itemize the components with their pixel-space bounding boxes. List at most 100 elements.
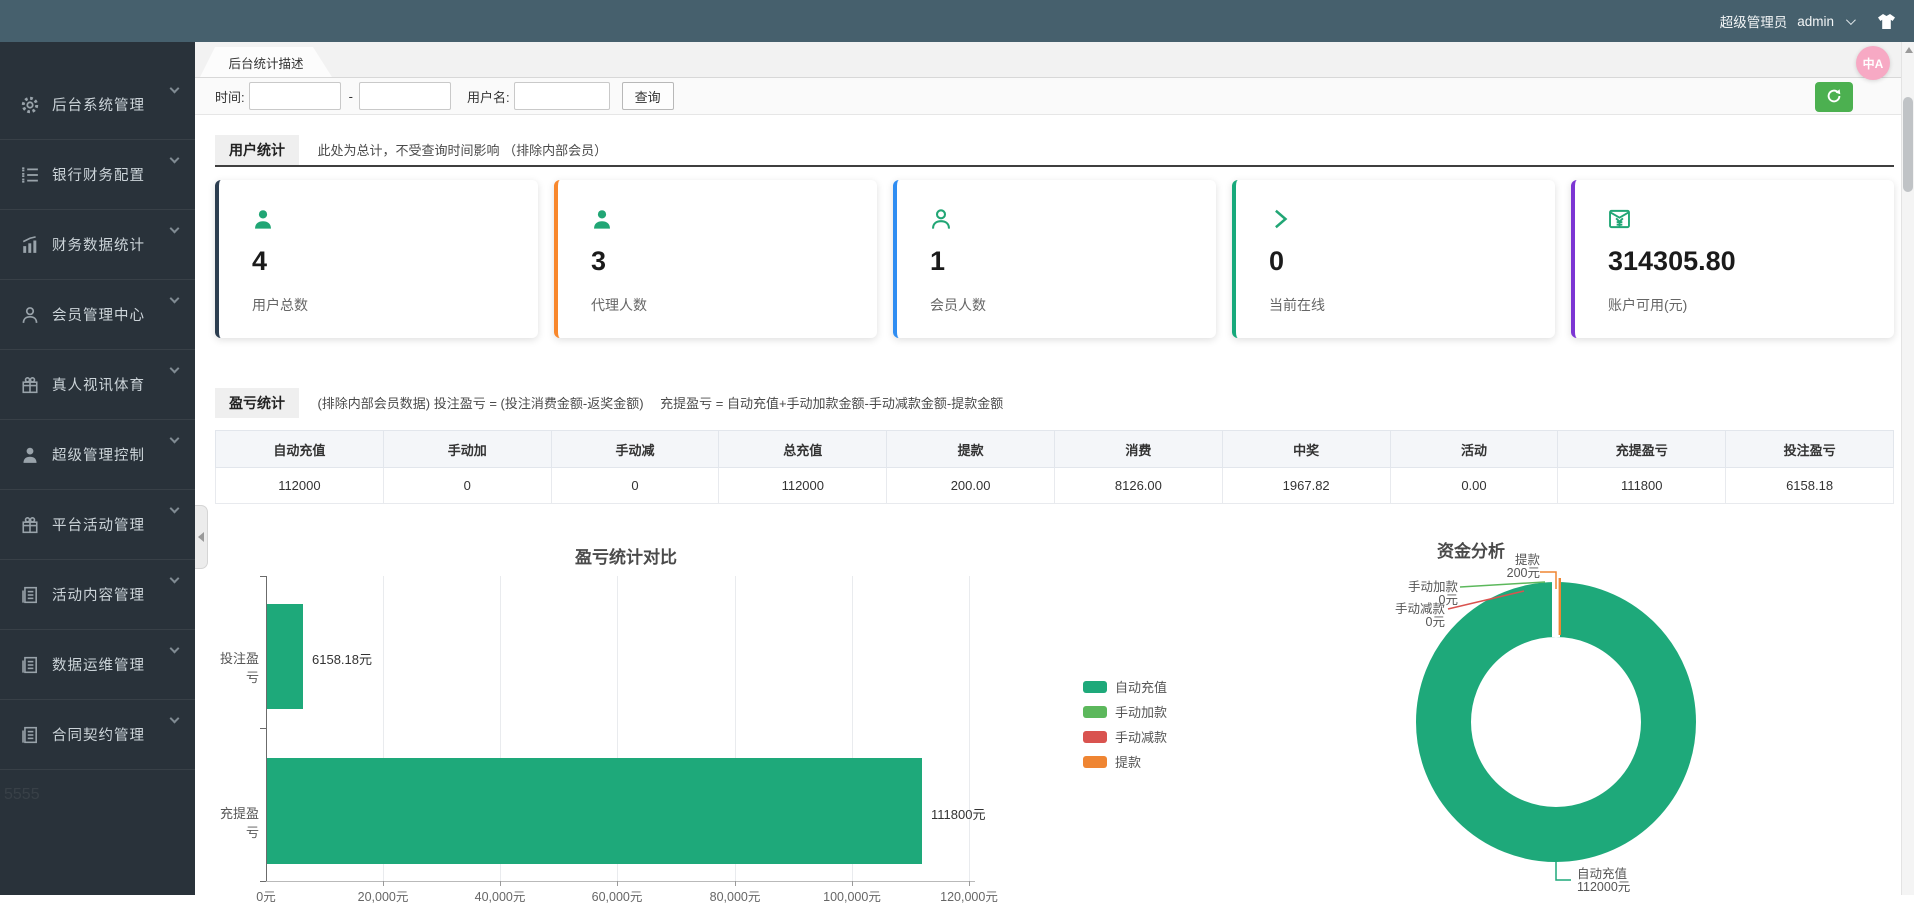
- stat-card: 4 用户总数: [215, 180, 538, 338]
- stat-value: 1: [930, 246, 1216, 277]
- document-icon: [21, 586, 39, 604]
- cell: 200.00: [887, 468, 1055, 504]
- user-role: 超级管理员: [1720, 11, 1788, 31]
- x-tick-label: 0元: [256, 886, 275, 905]
- time-label: 时间:: [215, 87, 245, 106]
- scroll-up-arrow-icon[interactable]: [1905, 47, 1913, 53]
- bar-chart-title: 盈亏统计对比: [526, 543, 726, 568]
- legend-item[interactable]: 提款: [1083, 752, 1141, 771]
- legend-item[interactable]: 手动减款: [1083, 727, 1167, 746]
- user-solid-icon: [21, 446, 39, 464]
- chevron-down-icon: [170, 364, 180, 374]
- legend-swatch: [1083, 756, 1107, 768]
- refresh-button[interactable]: [1815, 82, 1853, 112]
- x-axis-line: [266, 881, 975, 882]
- sidebar-item-super-admin[interactable]: 超级管理控制: [0, 420, 195, 490]
- callout-auto-recharge: 自动充值 112000元: [1577, 868, 1630, 894]
- chevron-right-icon: [1269, 208, 1555, 234]
- x-tick-label: 120,000元: [940, 886, 998, 905]
- category-label: 投注盈亏: [215, 648, 259, 686]
- table-row: 112000 0 0 112000 200.00 8126.00 1967.82…: [216, 468, 1894, 504]
- category-label: 充提盈亏: [215, 803, 259, 841]
- stat-card: 3 代理人数: [554, 180, 877, 338]
- col-header: 投注盈亏: [1726, 431, 1894, 468]
- theme-tshirt-icon[interactable]: [1877, 13, 1896, 30]
- col-header: 活动: [1390, 431, 1558, 468]
- topbar: 超级管理员 admin: [0, 0, 1914, 42]
- col-header: 手动减: [551, 431, 719, 468]
- username: admin: [1797, 14, 1834, 29]
- scrollbar-thumb[interactable]: [1903, 97, 1913, 192]
- search-toolbar: 时间: - 用户名: 查询: [195, 78, 1914, 115]
- donut-sliver-tikuan: [1559, 578, 1561, 635]
- profit-title: 盈亏统计: [215, 388, 299, 418]
- charts-row: 盈亏统计对比 投注盈亏 充提盈亏 6158.18元 111800元: [215, 529, 1894, 901]
- sidebar-item-bank-finance[interactable]: 银行财务配置: [0, 140, 195, 210]
- col-header: 充提盈亏: [1558, 431, 1726, 468]
- sidebar: 后台系统管理 银行财务配置 财务数据统计 会员管理中心: [0, 42, 195, 895]
- col-header: 手动加: [383, 431, 551, 468]
- sidebar-item-live-sports[interactable]: 真人视讯体育: [0, 350, 195, 420]
- axis-tick: [260, 728, 266, 729]
- sidebar-item-finance-stats[interactable]: 财务数据统计: [0, 210, 195, 280]
- sidebar-collapse-handle[interactable]: [195, 505, 208, 569]
- profit-section-header: 盈亏统计 (排除内部会员数据) 投注盈亏 = (投注消费金额-返奖金额) 充提盈…: [215, 388, 1894, 418]
- username-input[interactable]: [514, 82, 610, 110]
- stat-card: 1 会员人数: [893, 180, 1216, 338]
- stat-label: 账户可用(元): [1608, 295, 1894, 315]
- chevron-down-icon: [170, 644, 180, 654]
- stat-label: 代理人数: [591, 295, 877, 315]
- cell: 0: [383, 468, 551, 504]
- user-stats-hint: 此处为总计，不受查询时间影响 （排除内部会员）: [317, 143, 607, 158]
- translate-badge[interactable]: 中A: [1856, 46, 1890, 80]
- stat-card: 314305.80 账户可用(元): [1571, 180, 1894, 338]
- col-header: 提款: [887, 431, 1055, 468]
- content: 用户统计 此处为总计，不受查询时间影响 （排除内部会员） 4 用户总数 3 代理…: [195, 115, 1914, 901]
- legend-item[interactable]: 自动充值: [1083, 677, 1167, 696]
- sidebar-item-activity-content[interactable]: 活动内容管理: [0, 560, 195, 630]
- stat-value: 0: [1269, 246, 1555, 277]
- cell: 111800: [1558, 468, 1726, 504]
- gridline: [969, 576, 970, 881]
- tab-stats-overview[interactable]: 后台统计描述: [200, 47, 332, 77]
- sidebar-faint-text: 5555: [4, 786, 40, 804]
- chevron-down-icon: [1846, 15, 1856, 25]
- time-start-input[interactable]: [249, 82, 341, 110]
- user-outline-icon: [930, 208, 1216, 234]
- sidebar-item-data-ops[interactable]: 数据运维管理: [0, 630, 195, 700]
- user-menu[interactable]: 超级管理员 admin: [1720, 0, 1896, 42]
- query-button[interactable]: 查询: [622, 82, 674, 110]
- sidebar-item-contracts[interactable]: 合同契约管理: [0, 700, 195, 770]
- chevron-down-icon: [170, 714, 180, 724]
- time-end-input[interactable]: [359, 82, 451, 110]
- legend-swatch: [1083, 731, 1107, 743]
- bar-value-label-1: 111800元: [931, 804, 985, 823]
- donut-ring: [1444, 610, 1669, 835]
- stat-value: 4: [252, 246, 538, 277]
- user-outline-icon: [21, 306, 39, 324]
- legend-item[interactable]: 手动加款: [1083, 702, 1167, 721]
- gear-icon: [21, 96, 39, 114]
- stat-card: 0 当前在线: [1232, 180, 1555, 338]
- stat-value: 3: [591, 246, 877, 277]
- sidebar-item-platform-activity[interactable]: 平台活动管理: [0, 490, 195, 560]
- col-header: 消费: [1054, 431, 1222, 468]
- sidebar-item-members[interactable]: 会员管理中心: [0, 280, 195, 350]
- chevron-down-icon: [170, 154, 180, 164]
- chevron-left-icon: [198, 532, 204, 542]
- list-icon: [21, 166, 39, 184]
- user-solid-icon: [591, 208, 877, 234]
- sidebar-item-system[interactable]: 后台系统管理: [0, 70, 195, 140]
- axis-tick: [260, 881, 266, 882]
- stat-label: 当前在线: [1269, 295, 1555, 315]
- chevron-down-icon: [170, 504, 180, 514]
- hbar: [267, 758, 922, 864]
- scrollbar: [1901, 42, 1914, 895]
- profit-table: 自动充值 手动加 手动减 总充值 提款 消费 中奖 活动 充提盈亏 投注盈亏 1…: [215, 430, 1894, 504]
- stat-cards-row: 4 用户总数 3 代理人数 1 会员人数 0: [215, 180, 1894, 338]
- hbar: [267, 604, 303, 709]
- time-range-dash: -: [349, 89, 353, 104]
- user-stats-section-header: 用户统计 此处为总计，不受查询时间影响 （排除内部会员）: [215, 135, 1894, 167]
- x-tick-label: 80,000元: [710, 886, 761, 905]
- username-label: 用户名:: [467, 87, 510, 106]
